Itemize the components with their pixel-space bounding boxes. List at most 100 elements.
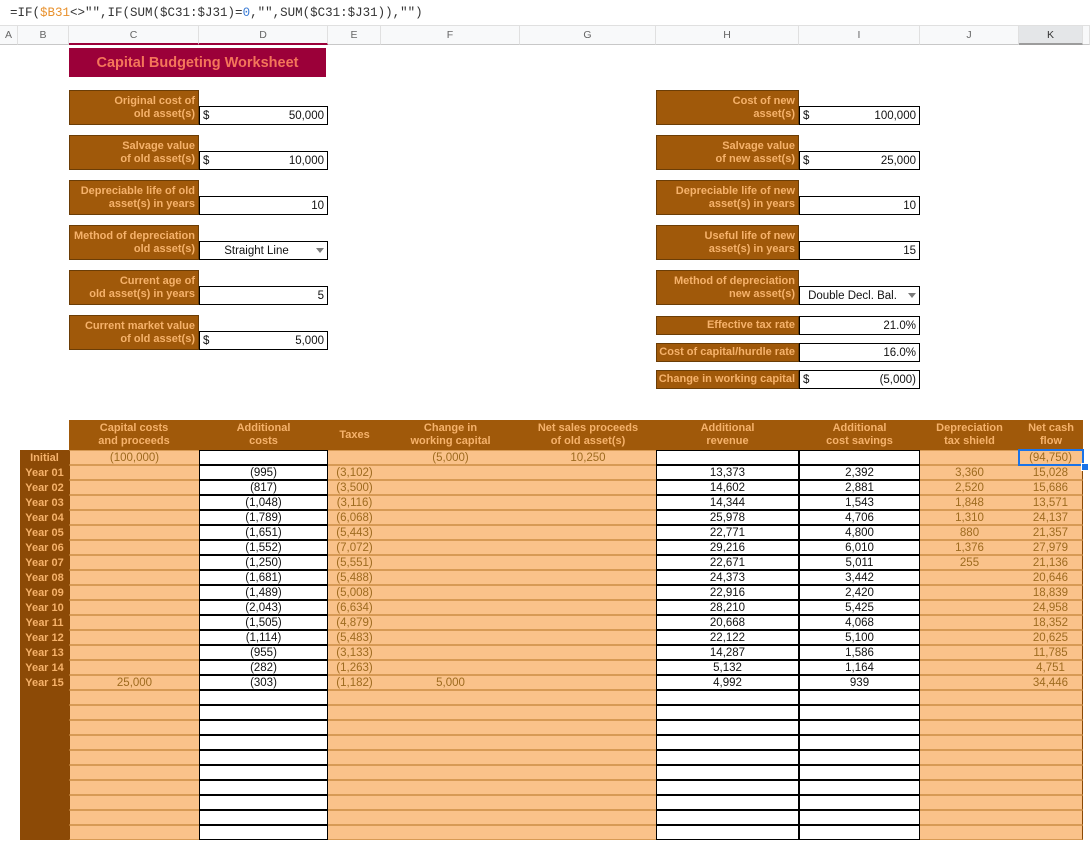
table-cell-r20-c6[interactable]: [799, 750, 920, 765]
table-cell-r3-c5[interactable]: 14,344: [656, 495, 799, 510]
new-asset-field-2[interactable]: 10: [799, 196, 920, 215]
table-cell-r18-c6[interactable]: [799, 720, 920, 735]
table-cell-r1-c5[interactable]: 13,373: [656, 465, 799, 480]
column-header-f[interactable]: F: [381, 26, 520, 45]
table-cell-r16-c1[interactable]: [199, 690, 328, 705]
table-cell-r1-c1[interactable]: (995): [199, 465, 328, 480]
table-cell-r21-c6[interactable]: [799, 765, 920, 780]
table-cell-r8-c1[interactable]: (1,681): [199, 570, 328, 585]
table-cell-r7-c1[interactable]: (1,250): [199, 555, 328, 570]
table-cell-r3-c6[interactable]: 1,543: [799, 495, 920, 510]
table-cell-r20-c5[interactable]: [656, 750, 799, 765]
table-cell-r14-c1[interactable]: (282): [199, 660, 328, 675]
table-cell-r19-c5[interactable]: [656, 735, 799, 750]
old-asset-field-0[interactable]: $50,000: [199, 106, 328, 125]
table-cell-r23-c6[interactable]: [799, 795, 920, 810]
column-header-d[interactable]: D: [199, 26, 328, 45]
table-cell-r10-c1[interactable]: (2,043): [199, 600, 328, 615]
table-cell-r6-c6[interactable]: 6,010: [799, 540, 920, 555]
table-cell-r20-c1[interactable]: [199, 750, 328, 765]
table-cell-r4-c5[interactable]: 25,978: [656, 510, 799, 525]
table-cell-r8-c6[interactable]: 3,442: [799, 570, 920, 585]
table-cell-r0-c1[interactable]: [199, 450, 328, 465]
new-asset-field-5[interactable]: 21.0%: [799, 316, 920, 335]
table-cell-r1-c6[interactable]: 2,392: [799, 465, 920, 480]
old-asset-field-4[interactable]: 5: [199, 286, 328, 305]
table-cell-r24-c6[interactable]: [799, 810, 920, 825]
table-cell-r18-c5[interactable]: [656, 720, 799, 735]
table-cell-r15-c5[interactable]: 4,992: [656, 675, 799, 690]
table-cell-r25-c6[interactable]: [799, 825, 920, 840]
table-cell-r6-c5[interactable]: 29,216: [656, 540, 799, 555]
table-cell-r22-c6[interactable]: [799, 780, 920, 795]
table-cell-r19-c1[interactable]: [199, 735, 328, 750]
old-asset-field-5[interactable]: $5,000: [199, 331, 328, 350]
column-header-b[interactable]: B: [18, 26, 69, 45]
table-cell-r4-c6[interactable]: 4,706: [799, 510, 920, 525]
new-asset-field-7[interactable]: $ (5,000): [799, 370, 920, 389]
table-cell-r3-c1[interactable]: (1,048): [199, 495, 328, 510]
column-header-j[interactable]: J: [920, 26, 1019, 45]
table-cell-r13-c5[interactable]: 14,287: [656, 645, 799, 660]
table-cell-r5-c6[interactable]: 4,800: [799, 525, 920, 540]
table-cell-r5-c5[interactable]: 22,771: [656, 525, 799, 540]
old-asset-field-3[interactable]: Straight Line: [199, 241, 328, 260]
table-cell-r12-c1[interactable]: (1,114): [199, 630, 328, 645]
table-cell-r19-c6[interactable]: [799, 735, 920, 750]
table-cell-r9-c1[interactable]: (1,489): [199, 585, 328, 600]
chevron-down-icon[interactable]: [908, 293, 916, 298]
table-cell-r14-c6[interactable]: 1,164: [799, 660, 920, 675]
table-cell-r23-c1[interactable]: [199, 795, 328, 810]
column-header-c[interactable]: C: [69, 26, 199, 45]
table-cell-r0-c6[interactable]: [799, 450, 920, 465]
table-cell-r14-c5[interactable]: 5,132: [656, 660, 799, 675]
table-cell-r10-c6[interactable]: 5,425: [799, 600, 920, 615]
table-cell-r24-c5[interactable]: [656, 810, 799, 825]
old-asset-field-2[interactable]: 10: [199, 196, 328, 215]
formula-input[interactable]: =IF($B31<>"",IF(SUM($C31:$J31)=0,"",SUM(…: [10, 6, 423, 20]
table-cell-r25-c1[interactable]: [199, 825, 328, 840]
table-cell-r17-c5[interactable]: [656, 705, 799, 720]
table-cell-r21-c1[interactable]: [199, 765, 328, 780]
table-cell-r22-c5[interactable]: [656, 780, 799, 795]
table-cell-r23-c5[interactable]: [656, 795, 799, 810]
column-header-e[interactable]: E: [328, 26, 381, 45]
table-cell-r17-c6[interactable]: [799, 705, 920, 720]
table-cell-r12-c5[interactable]: 22,122: [656, 630, 799, 645]
table-cell-r7-c5[interactable]: 22,671: [656, 555, 799, 570]
table-cell-r2-c6[interactable]: 2,881: [799, 480, 920, 495]
table-cell-r10-c5[interactable]: 28,210: [656, 600, 799, 615]
table-cell-r2-c1[interactable]: (817): [199, 480, 328, 495]
table-cell-r15-c1[interactable]: (303): [199, 675, 328, 690]
table-cell-r21-c5[interactable]: [656, 765, 799, 780]
table-cell-r13-c6[interactable]: 1,586: [799, 645, 920, 660]
table-cell-r22-c1[interactable]: [199, 780, 328, 795]
column-header-h[interactable]: H: [656, 26, 799, 45]
table-cell-r9-c5[interactable]: 22,916: [656, 585, 799, 600]
table-cell-r17-c1[interactable]: [199, 705, 328, 720]
table-cell-r6-c1[interactable]: (1,552): [199, 540, 328, 555]
table-cell-r16-c6[interactable]: [799, 690, 920, 705]
table-cell-r4-c1[interactable]: (1,789): [199, 510, 328, 525]
table-cell-r8-c5[interactable]: 24,373: [656, 570, 799, 585]
table-cell-r2-c5[interactable]: 14,602: [656, 480, 799, 495]
table-cell-r24-c1[interactable]: [199, 810, 328, 825]
new-asset-field-4[interactable]: Double Decl. Bal.: [799, 286, 920, 305]
new-asset-field-0[interactable]: $100,000: [799, 106, 920, 125]
table-cell-r7-c6[interactable]: 5,011: [799, 555, 920, 570]
table-cell-r9-c6[interactable]: 2,420: [799, 585, 920, 600]
table-cell-r25-c5[interactable]: [656, 825, 799, 840]
table-cell-r0-c5[interactable]: [656, 450, 799, 465]
table-cell-r11-c1[interactable]: (1,505): [199, 615, 328, 630]
column-header-i[interactable]: I: [799, 26, 920, 45]
old-asset-field-1[interactable]: $10,000: [199, 151, 328, 170]
table-cell-r16-c5[interactable]: [656, 690, 799, 705]
table-cell-r18-c1[interactable]: [199, 720, 328, 735]
column-header-k[interactable]: K: [1019, 26, 1083, 45]
table-cell-r11-c6[interactable]: 4,068: [799, 615, 920, 630]
column-header-g[interactable]: G: [520, 26, 656, 45]
chevron-down-icon[interactable]: [316, 248, 324, 253]
table-cell-r12-c6[interactable]: 5,100: [799, 630, 920, 645]
new-asset-field-3[interactable]: 15: [799, 241, 920, 260]
new-asset-field-1[interactable]: $25,000: [799, 151, 920, 170]
